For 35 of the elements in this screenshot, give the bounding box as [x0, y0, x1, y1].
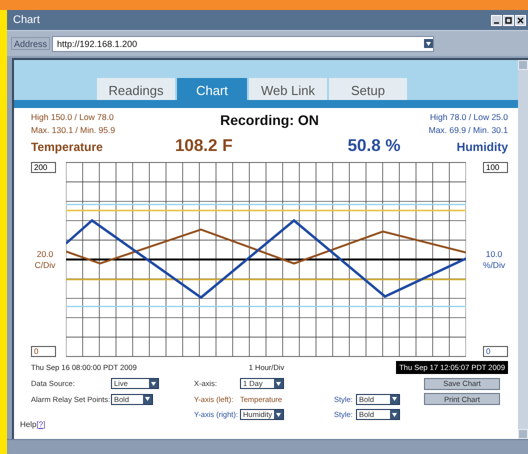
tab[interactable]: Readings: [97, 78, 175, 100]
address-field[interactable]: http://192.168.1.200: [52, 36, 434, 52]
caret-icon: [390, 410, 399, 420]
temperature-reading: 108.2 F: [174, 136, 233, 156]
close-icon[interactable]: [515, 14, 526, 26]
humidity-reading: 50.8 %: [348, 136, 401, 156]
scrollbar[interactable]: [518, 60, 528, 439]
caret-icon: [149, 379, 158, 388]
caret-icon: [424, 39, 434, 48]
scale-input[interactable]: 200: [31, 162, 56, 173]
sensor-name: Temperature: [31, 140, 103, 154]
recording-status: Recording: ON: [220, 112, 319, 128]
maximize-icon[interactable]: [503, 14, 514, 26]
help-link[interactable]: [?]: [36, 420, 46, 428]
scale-input[interactable]: 0: [31, 346, 56, 357]
address-label: Address: [11, 37, 50, 50]
tab[interactable]: Setup: [329, 78, 407, 100]
scale-label: 20.0 C/Div: [34, 249, 56, 270]
sensor-name: Humidity: [456, 140, 508, 154]
limits-text: High 150.0 / Low 78.0: [31, 112, 115, 122]
extremes-text: Max. 130.1 / Min. 95.9: [31, 125, 116, 135]
window-title: Chart: [13, 14, 40, 26]
limits-text: High 78.0 / Low 25.0: [430, 112, 508, 122]
scale-input[interactable]: 100: [483, 162, 508, 173]
tab[interactable]: Chart: [177, 78, 247, 100]
help-label: Help: [20, 420, 36, 428]
scale-input[interactable]: 0: [483, 346, 508, 357]
caret-icon: [390, 394, 399, 404]
caret-icon: [274, 379, 283, 388]
caret-icon: [143, 394, 152, 404]
caret-icon: [274, 410, 283, 420]
tab[interactable]: Web Link: [249, 78, 327, 100]
scale-label: 10.0 %/Div: [482, 249, 506, 270]
extremes-text: Max. 69.9 / Min. 30.1: [428, 125, 508, 135]
minimize-icon[interactable]: [491, 14, 502, 26]
